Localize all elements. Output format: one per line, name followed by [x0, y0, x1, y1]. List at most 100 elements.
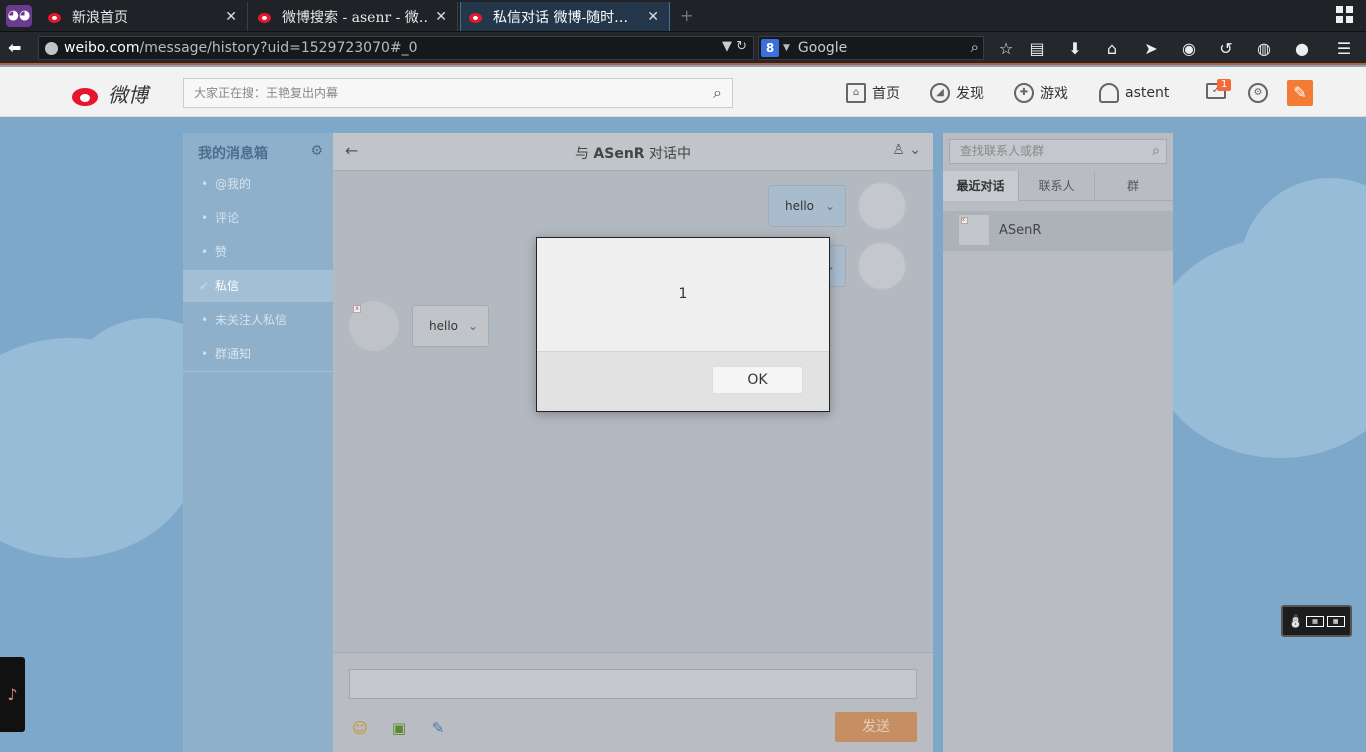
contact-avatar: x	[959, 215, 989, 245]
sidebar-item-comments[interactable]: 评论	[183, 202, 333, 234]
sidebar-item-likes[interactable]: 赞	[183, 236, 333, 268]
browser-tab-bar: ◕◕ 新浪首页 ✕ 微博搜索 - asenr - 微… ✕ 私信对话 微博-随时…	[0, 0, 1366, 32]
broken-image-icon: x	[961, 217, 968, 224]
chat-title: 与 ASenR 对话中	[333, 143, 933, 163]
palette-icon[interactable]: ◍	[1254, 39, 1274, 59]
tab-sina-home[interactable]: 新浪首页 ✕	[40, 2, 248, 31]
reading-list-icon[interactable]: ▤	[1027, 39, 1047, 59]
download-icon[interactable]: ⬇	[1065, 39, 1085, 59]
sidebar-item-label: 群通知	[215, 347, 252, 361]
nav-user[interactable]: astent	[1099, 83, 1169, 103]
menu-icon[interactable]: ☰	[1334, 39, 1354, 59]
extension-eye-icon[interactable]: ◉	[1179, 39, 1199, 59]
message-bubble-incoming[interactable]: hello ⌄	[412, 305, 489, 347]
message-input[interactable]	[349, 669, 917, 699]
url-bar[interactable]: weibo.com/message/history?uid=1529723070…	[38, 36, 754, 60]
nav-games[interactable]: ✚ 游戏	[1014, 83, 1068, 103]
nav-home-label: 首页	[872, 86, 900, 102]
chat-title-suffix: 对话中	[644, 146, 692, 162]
back-arrow-icon[interactable]: ⬅	[8, 38, 21, 57]
weibo-logo[interactable]: 微博	[72, 79, 148, 108]
input-method-widget[interactable]: ⛄ ▦ ▦	[1281, 605, 1352, 637]
logo-text: 微博	[108, 83, 148, 107]
url-path: /message/history?uid=1529723070#_0	[139, 40, 418, 56]
tab-groups-icon[interactable]	[1336, 6, 1354, 24]
message-text: hello	[785, 199, 814, 213]
chevron-down-icon[interactable]: ⌄	[468, 306, 478, 346]
tab-close-icon[interactable]: ✕	[435, 9, 447, 25]
search-icon[interactable]: ⌕	[713, 79, 722, 107]
penguin-icon[interactable]: ⛄	[1288, 614, 1303, 628]
nav-home[interactable]: ⌂ 首页	[846, 83, 900, 103]
weibo-header: 微博 大家正在搜：王艳复出内幕 ⌕ ⌂ 首页 ◢ 发现 ✚ 游戏 astent …	[0, 67, 1366, 117]
message-box-sidebar: 我的消息箱 ⚙ @我的 评论 赞 私信 未关注人私信 群通知	[183, 133, 333, 752]
tab-title: 新浪首页	[72, 9, 128, 26]
compose-button[interactable]: ✎	[1287, 80, 1313, 106]
music-player-widget[interactable]: ♪	[0, 657, 25, 732]
bookmark-star-icon[interactable]: ☆	[996, 39, 1016, 59]
sidebar-item-label: 私信	[215, 279, 240, 293]
chat-icon[interactable]: ●	[1292, 39, 1312, 59]
chat-panel: ← 与 ASenR 对话中 ♙ ⌄ hello ⌄ ⌄ x hello ⌄ ☺ …	[333, 133, 933, 752]
emoji-icon[interactable]: ☺	[351, 719, 369, 737]
home-icon: ⌂	[846, 83, 866, 103]
ok-button[interactable]: OK	[712, 366, 803, 394]
sidebar-item-private-messages[interactable]: 私信	[183, 270, 333, 302]
contact-list-item[interactable]: x ASenR	[943, 211, 1173, 251]
compass-icon: ◢	[930, 83, 950, 103]
search-engine-placeholder: Google	[797, 40, 848, 56]
sidebar-item-unfollowed-messages[interactable]: 未关注人私信	[183, 304, 333, 336]
tab-private-message[interactable]: 私信对话 微博-随时… ✕	[460, 2, 670, 31]
tab-close-icon[interactable]: ✕	[647, 9, 659, 25]
tab-title: 微博搜索 - asenr - 微…	[282, 9, 430, 26]
contacts-panel: 查找联系人或群 ⌕ 最近对话 联系人 群 x ASenR	[943, 133, 1173, 752]
avatar-self	[857, 241, 907, 291]
chevron-down-icon[interactable]: ⌄	[825, 186, 835, 226]
gear-icon[interactable]: ⚙	[310, 143, 323, 159]
user-icon	[1099, 83, 1119, 103]
avatar-partner[interactable]: x	[349, 301, 399, 351]
sidebar-item-mentions[interactable]: @我的	[183, 168, 333, 200]
search-engine-box[interactable]: 8 ▼ Google ⌕	[758, 36, 984, 60]
broken-image-icon: x	[353, 305, 361, 313]
globe-icon	[45, 41, 58, 55]
edit-icon: ✎	[1293, 83, 1307, 102]
search-icon[interactable]: ⌕	[971, 38, 979, 56]
send-button[interactable]: 发送	[835, 712, 917, 742]
image-icon[interactable]: ▣	[390, 719, 408, 737]
history-icon[interactable]: ↺	[1216, 39, 1236, 59]
send-icon[interactable]: ➤	[1141, 39, 1161, 59]
tab-weibo-search[interactable]: 微博搜索 - asenr - 微… ✕	[250, 2, 458, 31]
message-bubble-outgoing[interactable]: hello ⌄	[768, 185, 846, 227]
tab-close-icon[interactable]: ✕	[225, 9, 237, 25]
divider	[183, 371, 333, 372]
keyboard-icon[interactable]: ▦	[1305, 615, 1324, 627]
contact-search-input[interactable]: 查找联系人或群 ⌕	[949, 139, 1167, 164]
gamepad-icon: ✚	[1014, 83, 1034, 103]
url-dropdown-reload-icons[interactable]: ▼ ↻	[722, 39, 747, 54]
add-user-dropdown-icon[interactable]: ♙ ⌄	[892, 142, 921, 158]
contacts-tabs: 最近对话 联系人 群	[943, 171, 1173, 201]
engine-dropdown-icon[interactable]: ▼	[783, 43, 790, 53]
nav-discover[interactable]: ◢ 发现	[930, 83, 984, 103]
weibo-search-input[interactable]: 大家正在搜：王艳复出内幕 ⌕	[183, 78, 733, 108]
chat-partner-name: ASenR	[593, 146, 645, 162]
tab-contacts[interactable]: 联系人	[1019, 171, 1095, 201]
alert-footer: OK	[537, 351, 829, 411]
chat-title-prefix: 与	[574, 146, 594, 162]
keyboard-icon[interactable]: ▦	[1326, 615, 1345, 627]
tab-group-mask-icon[interactable]: ◕◕	[6, 5, 32, 27]
sidebar-item-group-notices[interactable]: 群通知	[183, 338, 333, 370]
home-icon[interactable]: ⌂	[1102, 39, 1122, 59]
tab-recent[interactable]: 最近对话	[943, 171, 1019, 201]
chat-compose-area: ☺ ▣ ✎ 发送	[333, 652, 933, 752]
settings-button[interactable]: ⚙	[1248, 83, 1274, 103]
search-icon[interactable]: ⌕	[1152, 140, 1160, 163]
google-engine-icon[interactable]: 8	[761, 39, 779, 57]
attachment-icon[interactable]: ✎	[429, 719, 447, 737]
tab-groups[interactable]: 群	[1095, 171, 1171, 201]
chat-header: ← 与 ASenR 对话中 ♙ ⌄	[333, 133, 933, 171]
nav-discover-label: 发现	[956, 86, 984, 102]
contact-name: ASenR	[999, 223, 1042, 238]
new-tab-button[interactable]: +	[680, 6, 693, 25]
